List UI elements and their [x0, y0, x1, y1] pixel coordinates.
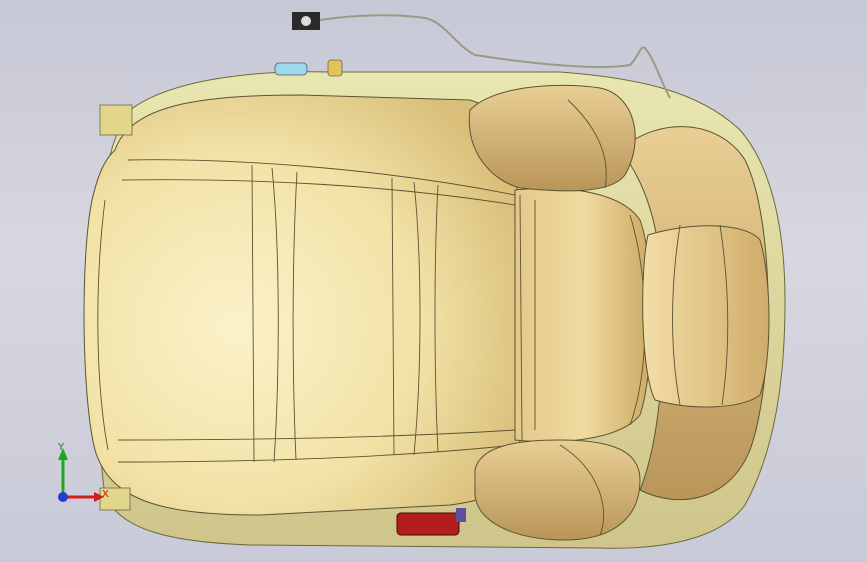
clip-yellow [327, 59, 343, 77]
left-bracket-top [99, 104, 133, 136]
cad-viewport[interactable]: Y X [0, 0, 867, 562]
seat-cushion[interactable] [83, 94, 521, 516]
headrest[interactable] [642, 225, 770, 408]
connector-plug[interactable] [292, 12, 320, 30]
seat-model[interactable] [0, 0, 867, 562]
triad-x-label: X [102, 489, 109, 500]
clip-cyan [274, 62, 308, 76]
triad-y-label: Y [58, 442, 65, 453]
bottom-side-bolster[interactable] [474, 439, 641, 541]
top-side-bolster[interactable] [468, 84, 636, 192]
